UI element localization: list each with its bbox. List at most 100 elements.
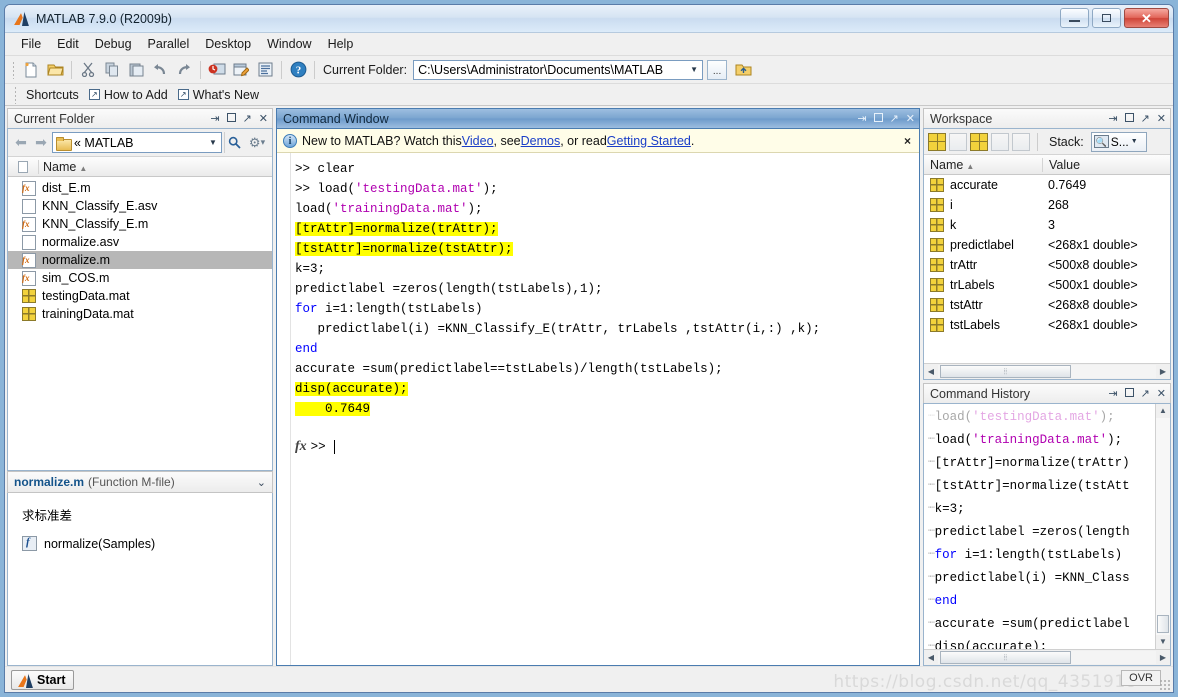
import-data-icon[interactable]: [970, 132, 988, 151]
close-notice-icon[interactable]: ×: [904, 134, 911, 148]
fx-icon[interactable]: fx: [295, 437, 307, 457]
chevron-down-icon[interactable]: ▼: [686, 65, 702, 74]
file-details-header[interactable]: normalize.m (Function M-file) ⌄: [7, 471, 273, 493]
command-history-text[interactable]: ┈ load('testingData.mat'); ┈ load('training…: [924, 404, 1155, 649]
list-item[interactable]: fx dist_E.m: [8, 179, 272, 197]
current-folder-combo[interactable]: C:\Users\Administrator\Documents\MATLAB …: [413, 59, 704, 80]
undo-icon[interactable]: [148, 58, 172, 82]
scroll-left-icon[interactable]: ◀: [924, 367, 938, 376]
float-icon[interactable]: [873, 113, 883, 125]
history-line[interactable]: ┈ [trAttr]=normalize(trAttr): [928, 452, 1155, 475]
save-workspace-icon[interactable]: [991, 132, 1009, 151]
vscroll-thumb[interactable]: [1156, 615, 1169, 633]
video-link[interactable]: Video: [462, 134, 494, 148]
table-row[interactable]: trAttr <500x8 double>: [924, 255, 1170, 275]
table-row[interactable]: accurate 0.7649: [924, 175, 1170, 195]
file-list[interactable]: fx dist_E.m KNN_Classify_E.asv fx KNN_Cl…: [8, 177, 272, 470]
function-signature-row[interactable]: normalize(Samples): [22, 536, 272, 551]
history-line[interactable]: ┈ predictlabel =zeros(length: [928, 521, 1155, 544]
scroll-up-icon[interactable]: ▲: [1159, 404, 1167, 418]
undock-icon[interactable]: ↗: [1141, 388, 1150, 400]
whats-new-button[interactable]: ↗ What's New: [173, 88, 264, 102]
gear-icon[interactable]: ⚙ ▾: [246, 135, 268, 151]
shortcuts-button[interactable]: Shortcuts: [21, 88, 84, 102]
open-variable-icon[interactable]: [949, 132, 967, 151]
hscroll-track[interactable]: ⦙⦙: [938, 365, 1156, 378]
menu-item-file[interactable]: File: [13, 35, 49, 53]
history-line[interactable]: ┈ accurate =sum(predictlabel: [928, 613, 1155, 636]
history-line[interactable]: ┈ k=3;: [928, 498, 1155, 521]
folder-path-combo[interactable]: « MATLAB ▼: [52, 132, 222, 153]
table-row[interactable]: tstLabels <268x1 double>: [924, 315, 1170, 335]
delete-variable-icon[interactable]: [1012, 132, 1030, 151]
dock-icon[interactable]: ⇥: [1108, 113, 1117, 125]
menu-item-edit[interactable]: Edit: [49, 35, 87, 53]
vscroll-track[interactable]: [1155, 418, 1170, 635]
browse-folder-button[interactable]: ...: [707, 59, 728, 80]
profiler-icon[interactable]: [253, 58, 277, 82]
close-panel-icon[interactable]: ✕: [259, 113, 268, 125]
paste-icon[interactable]: [124, 58, 148, 82]
list-item-selected[interactable]: fx normalize.m: [8, 251, 272, 269]
close-panel-icon[interactable]: ✕: [906, 113, 915, 125]
dock-icon[interactable]: ⇥: [857, 113, 866, 125]
dock-icon[interactable]: ⇥: [1108, 388, 1117, 400]
hscroll-thumb[interactable]: ⦙⦙: [940, 365, 1071, 378]
float-icon[interactable]: [1124, 113, 1134, 125]
redo-icon[interactable]: [172, 58, 196, 82]
menu-item-window[interactable]: Window: [259, 35, 319, 53]
history-line[interactable]: ┈ load('trainingData.mat');: [928, 429, 1155, 452]
how-to-add-button[interactable]: ↗ How to Add: [84, 88, 173, 102]
list-item[interactable]: trainingData.mat: [8, 305, 272, 323]
history-line[interactable]: ┈ [tstAttr]=normalize(tstAtt: [928, 475, 1155, 498]
table-row[interactable]: tstAttr <268x8 double>: [924, 295, 1170, 315]
close-panel-icon[interactable]: ✕: [1157, 113, 1166, 125]
file-type-column-icon[interactable]: [8, 160, 38, 173]
command-prompt-row[interactable]: fx >>: [295, 437, 919, 457]
close-panel-icon[interactable]: ✕: [1157, 388, 1166, 400]
undock-icon[interactable]: ↗: [890, 113, 899, 125]
menu-item-parallel[interactable]: Parallel: [140, 35, 198, 53]
float-icon[interactable]: [1124, 388, 1134, 400]
hscroll-thumb[interactable]: ⦙⦙: [940, 651, 1071, 664]
command-history-vscrollbar[interactable]: ▲ ▼: [1155, 404, 1170, 649]
table-row[interactable]: predictlabel <268x1 double>: [924, 235, 1170, 255]
scroll-right-icon[interactable]: ▶: [1156, 367, 1170, 376]
maximize-button[interactable]: [1092, 8, 1121, 28]
chevron-down-icon[interactable]: ▼: [1131, 138, 1138, 145]
command-history-hscrollbar[interactable]: ◀ ⦙⦙ ▶: [924, 649, 1170, 665]
workspace-hscrollbar[interactable]: ◀ ⦙⦙ ▶: [924, 363, 1170, 379]
simulink-icon[interactable]: [205, 58, 229, 82]
scroll-down-icon[interactable]: ▼: [1159, 635, 1167, 649]
help-icon[interactable]: ?: [286, 58, 310, 82]
list-item[interactable]: fx sim_COS.m: [8, 269, 272, 287]
path-chevron-down-icon[interactable]: ▼: [205, 138, 221, 147]
menu-item-desktop[interactable]: Desktop: [197, 35, 259, 53]
workspace-name-column[interactable]: Name ▲: [924, 158, 1042, 172]
command-history-scroll[interactable]: ┈ load('testingData.mat'); ┈ load('training…: [924, 404, 1170, 649]
resize-grip[interactable]: [1159, 679, 1171, 691]
name-column-header[interactable]: Name ▲: [38, 159, 272, 174]
list-item[interactable]: fx KNN_Classify_E.m: [8, 215, 272, 233]
copy-icon[interactable]: [100, 58, 124, 82]
workspace-variable-list[interactable]: accurate 0.7649 i 268 k 3 predictlabel <268x1 d…: [924, 175, 1170, 363]
command-window-scroll[interactable]: >> clear >> load('testingData.mat'); load(…: [277, 153, 919, 665]
stack-combo[interactable]: 🔍 S... ▼: [1090, 131, 1147, 152]
workspace-value-column[interactable]: Value: [1042, 157, 1170, 172]
list-item[interactable]: testingData.mat: [8, 287, 272, 305]
start-button[interactable]: Start: [11, 669, 75, 690]
scroll-left-icon[interactable]: ◀: [924, 653, 938, 662]
forward-icon[interactable]: ➡: [32, 134, 50, 151]
list-item[interactable]: KNN_Classify_E.asv: [8, 197, 272, 215]
undock-icon[interactable]: ↗: [243, 113, 252, 125]
minimize-button[interactable]: [1060, 8, 1089, 28]
list-item[interactable]: normalize.asv: [8, 233, 272, 251]
chevron-down-icon[interactable]: ⌄: [257, 476, 266, 489]
table-row[interactable]: trLabels <500x1 double>: [924, 275, 1170, 295]
scroll-right-icon[interactable]: ▶: [1156, 653, 1170, 662]
open-file-icon[interactable]: [43, 58, 67, 82]
getting-started-link[interactable]: Getting Started: [607, 134, 691, 148]
undock-icon[interactable]: ↗: [1141, 113, 1150, 125]
menu-item-help[interactable]: Help: [320, 35, 362, 53]
hscroll-track[interactable]: ⦙⦙: [938, 651, 1156, 664]
